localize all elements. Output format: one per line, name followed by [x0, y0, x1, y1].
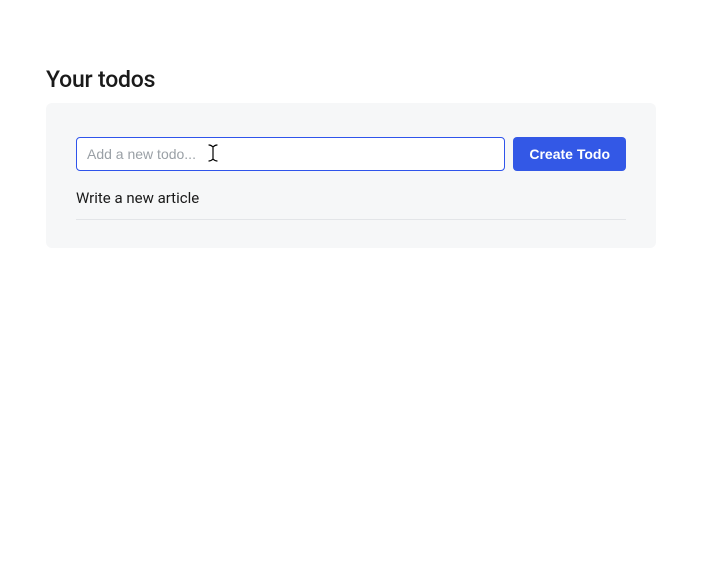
new-todo-input[interactable] [76, 137, 505, 171]
todo-list: Write a new article [60, 189, 642, 220]
todo-item[interactable]: Write a new article [76, 189, 626, 220]
page-title: Your todos [46, 66, 656, 93]
create-todo-button[interactable]: Create Todo [513, 137, 626, 171]
todos-panel: Create Todo Write a new article [46, 103, 656, 248]
add-todo-form: Create Todo [60, 137, 642, 171]
